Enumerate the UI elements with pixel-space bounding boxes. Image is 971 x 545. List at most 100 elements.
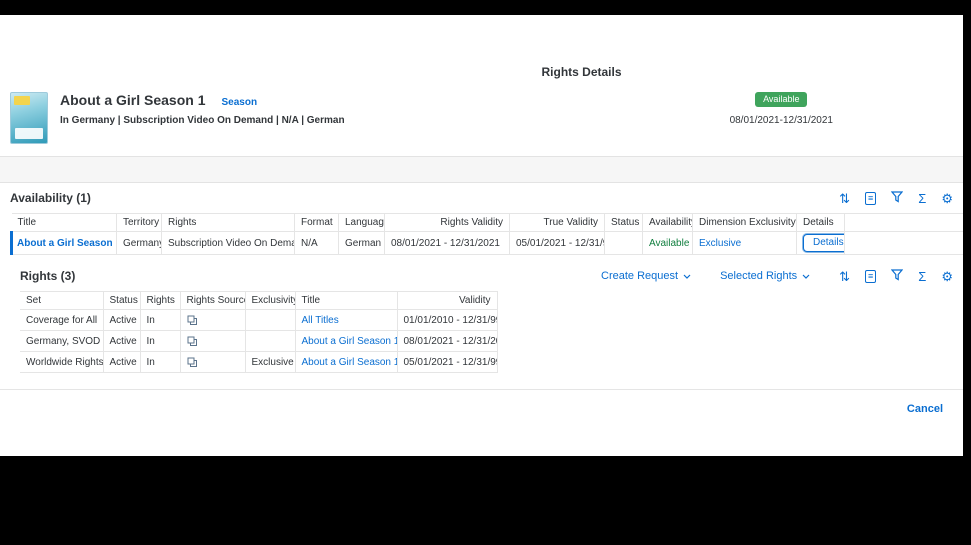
col-territory: Territory [117, 214, 162, 232]
availability-section-bar: Availability (1) ⇅ ≡ Σ ⚙ [0, 183, 963, 213]
col-language: Language [339, 214, 385, 232]
cell-set: Worldwide Rights [20, 352, 103, 373]
col-rights: Rights [140, 292, 180, 310]
gear-icon[interactable]: ⚙ [941, 270, 953, 283]
sort-icon[interactable]: ⇅ [839, 270, 850, 283]
cell-exclusivity [245, 331, 295, 352]
create-request-label: Create Request [601, 270, 678, 282]
cell-title: About a Girl Season 1 [295, 352, 397, 373]
sum-icon[interactable]: Σ [918, 192, 926, 205]
cell-rights-source [180, 331, 245, 352]
cell-status: Active [103, 310, 140, 331]
col-set: Set [20, 292, 103, 310]
object-type-label: Season [221, 97, 257, 108]
rights-source-icon [187, 315, 198, 326]
header-divider-band [0, 156, 963, 183]
rights-table: Set Status Rights Rights Source Exclusiv… [20, 291, 498, 373]
rights-row[interactable]: Worldwide Rights Active In Exclusive Abo… [20, 352, 497, 373]
rights-section-bar: Rights (3) Create Request Selected Right… [0, 261, 963, 291]
cell-rights: Subscription Video On Demand [162, 232, 295, 255]
cancel-button[interactable]: Cancel [907, 403, 943, 415]
selected-rights-label: Selected Rights [720, 270, 797, 282]
availability-toolbar: ⇅ ≡ Σ ⚙ [839, 191, 953, 205]
rights-toolbar: Create Request Selected Rights ⇅ ≡ Σ ⚙ [601, 269, 953, 283]
dialog-title-text: Rights Details [541, 65, 621, 79]
rights-source-icon [187, 357, 198, 368]
sort-icon[interactable]: ⇅ [839, 192, 850, 205]
status-badge: Available [755, 92, 807, 107]
col-exclusivity: Exclusivity [245, 292, 295, 310]
dialog-title: Rights Details [0, 15, 963, 79]
object-subtitle: In Germany | Subscription Video On Deman… [60, 115, 345, 126]
selected-rights-button[interactable]: Selected Rights [720, 270, 810, 282]
cell-status: Active [103, 331, 140, 352]
poster-image [10, 92, 48, 144]
chevron-down-icon [683, 274, 691, 279]
gear-icon[interactable]: ⚙ [941, 192, 953, 205]
sum-icon[interactable]: Σ [918, 270, 926, 283]
cell-exclusivity: Exclusive [245, 352, 295, 373]
cell-territory: Germany [117, 232, 162, 255]
view-settings-icon[interactable]: ≡ [865, 270, 876, 283]
cell-rights-source [180, 310, 245, 331]
cell-availability: Available [643, 232, 693, 255]
chevron-down-icon [802, 274, 810, 279]
filter-icon[interactable] [891, 269, 903, 283]
col-dimension-exclusivity: Dimension Exclusivity [693, 214, 797, 232]
col-format: Format [295, 214, 339, 232]
col-title: Title [295, 292, 397, 310]
cell-rights: In [140, 310, 180, 331]
col-rights-source: Rights Source [180, 292, 245, 310]
create-request-button[interactable]: Create Request [601, 270, 691, 282]
col-filler [845, 214, 964, 232]
col-title: Title [12, 214, 117, 232]
rights-details-dialog: Rights Details About a Girl Season 1 Sea… [0, 15, 963, 456]
col-rights-validity: Rights Validity [385, 214, 510, 232]
cell-set: Coverage for All [20, 310, 103, 331]
details-button[interactable]: Details [803, 234, 845, 252]
rights-row[interactable]: Coverage for All Active In All Titles 01… [20, 310, 497, 331]
view-settings-icon[interactable]: ≡ [865, 192, 876, 205]
col-status: Status [605, 214, 643, 232]
title-link[interactable]: About a Girl Season 1 [17, 238, 117, 249]
cell-status: Active [103, 352, 140, 373]
cell-rights-source [180, 352, 245, 373]
cell-details: Details [797, 232, 845, 255]
cell-set: Germany, SVOD [20, 331, 103, 352]
object-header-text: About a Girl Season 1 Season In Germany … [60, 92, 345, 126]
cell-language: German [339, 232, 385, 255]
rights-header-row: Set Status Rights Rights Source Exclusiv… [20, 292, 497, 310]
dialog-footer: Cancel [0, 389, 963, 417]
cell-exclusivity [245, 310, 295, 331]
validity-range: 08/01/2021-12/31/2021 [730, 115, 833, 126]
col-validity: Validity [397, 292, 497, 310]
cell-title: About a Girl Season 1 [295, 331, 397, 352]
col-rights: Rights [162, 214, 295, 232]
col-details: Details [797, 214, 845, 232]
cell-title: All Titles [295, 310, 397, 331]
cell-rights: In [140, 352, 180, 373]
cell-validity: 05/01/2021 - 12/31/9999 [397, 352, 497, 373]
col-availability: Availability [643, 214, 693, 232]
availability-header-row: Title Territory Rights Format Language R… [12, 214, 964, 232]
cell-status [605, 232, 643, 255]
object-header: About a Girl Season 1 Season In Germany … [0, 79, 963, 144]
cell-rights-validity: 08/01/2021 - 12/31/2021 [385, 232, 510, 255]
title-link[interactable]: About a Girl Season 1 [302, 357, 398, 368]
rights-row[interactable]: Germany, SVOD Active In About a Girl Sea… [20, 331, 497, 352]
title-link[interactable]: All Titles [302, 315, 339, 326]
screen: Rights Details About a Girl Season 1 Sea… [0, 0, 971, 545]
rights-source-icon [187, 336, 198, 347]
filter-icon[interactable] [891, 191, 903, 205]
title-link[interactable]: About a Girl Season 1 [302, 336, 398, 347]
availability-row[interactable]: About a Girl Season 1 Germany Subscripti… [12, 232, 964, 255]
cell-format: N/A [295, 232, 339, 255]
cell-rights: In [140, 331, 180, 352]
cell-validity: 08/01/2021 - 12/31/2024 [397, 331, 497, 352]
cell-dimension-exclusivity: Exclusive [693, 232, 797, 255]
cell-true-validity: 05/01/2021 - 12/31/9999 [510, 232, 605, 255]
cell-validity: 01/01/2010 - 12/31/9999 [397, 310, 497, 331]
cell-title: About a Girl Season 1 [12, 232, 117, 255]
col-true-validity: True Validity [510, 214, 605, 232]
availability-table: Title Territory Rights Format Language R… [10, 213, 963, 255]
